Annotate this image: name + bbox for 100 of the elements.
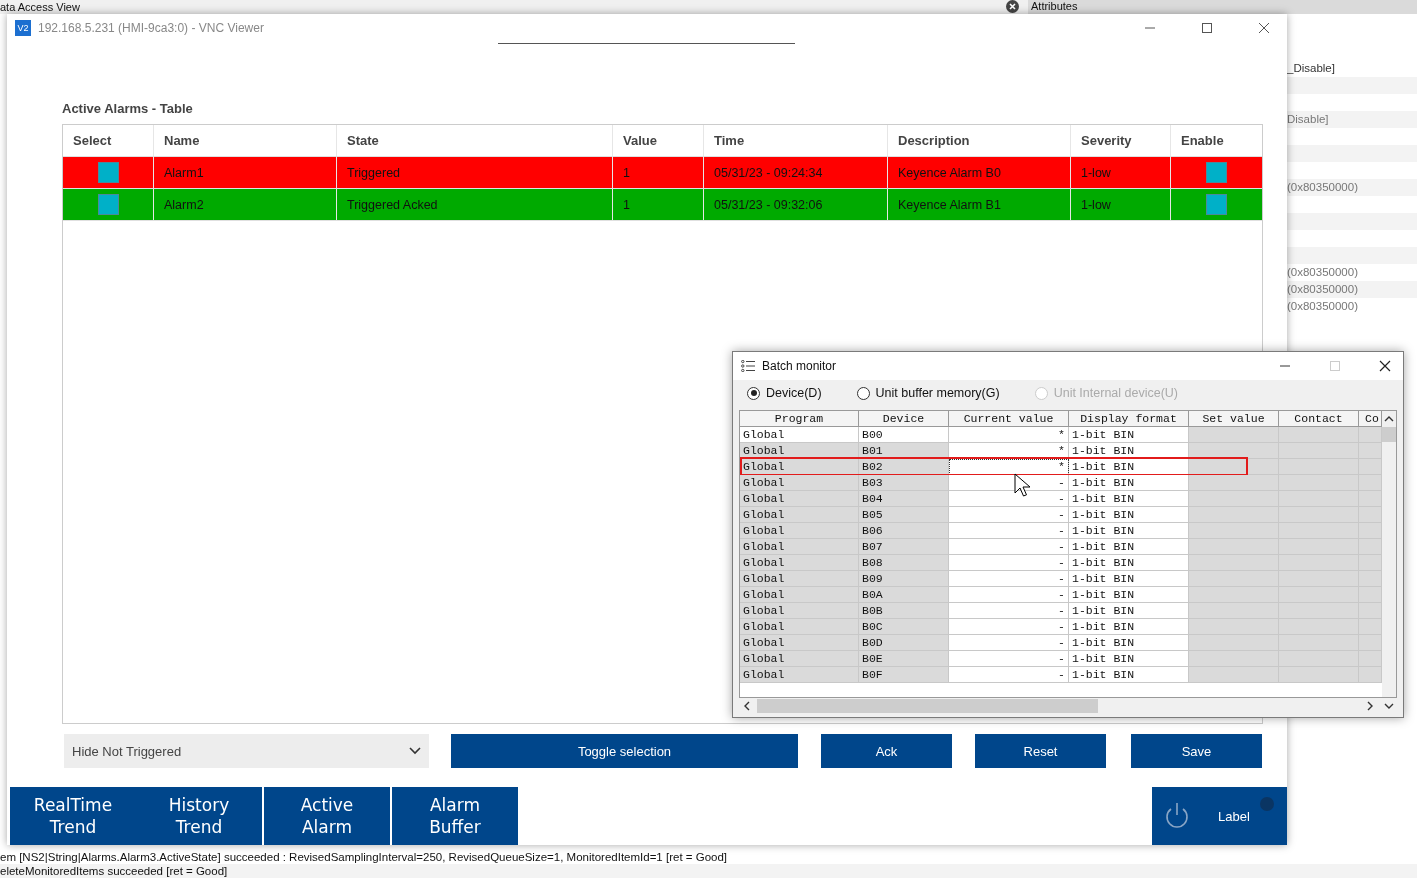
- table-cell: B06: [859, 523, 949, 539]
- table-cell: 1: [613, 157, 704, 188]
- property-text: Disable]: [1287, 113, 1329, 125]
- chevron-down-icon[interactable]: [1384, 702, 1394, 710]
- close-icon[interactable]: [1379, 360, 1391, 372]
- list-icon: [741, 360, 755, 372]
- column-header: Current value: [949, 411, 1069, 427]
- table-cell: Global: [740, 619, 859, 635]
- maximize-icon[interactable]: [1201, 21, 1213, 34]
- table-cell: -: [949, 651, 1069, 667]
- action-button[interactable]: Save: [1131, 734, 1262, 768]
- chevron-left-icon[interactable]: [743, 701, 751, 711]
- close-icon[interactable]: [1006, 0, 1019, 13]
- table-cell: [1359, 667, 1382, 683]
- nav-button[interactable]: Active Alarm: [264, 787, 390, 845]
- table-cell: B0B: [859, 603, 949, 619]
- table-cell: Global: [740, 571, 859, 587]
- table-cell: 1-bit BIN: [1069, 427, 1189, 443]
- table-cell: [1359, 587, 1382, 603]
- table-cell: Alarm2: [154, 189, 337, 220]
- table-cell: -: [949, 619, 1069, 635]
- table-cell: -: [949, 571, 1069, 587]
- chevron-right-icon[interactable]: [1366, 701, 1374, 711]
- table-cell: 1-bit BIN: [1069, 571, 1189, 587]
- radio-option[interactable]: Device(D): [747, 386, 822, 400]
- scroll-thumb[interactable]: [757, 699, 1098, 713]
- tab-title[interactable]: ata Access View: [0, 1, 80, 13]
- alarm-row[interactable]: Alarm1 Triggered 1 05/31/23 - 09:24:34 Keyence Alarm B0 1-low: [63, 157, 1262, 189]
- column-header: Severity: [1071, 125, 1171, 156]
- column-header: Device: [859, 411, 949, 427]
- table-cell: -: [949, 507, 1069, 523]
- table-cell: B0F: [859, 667, 949, 683]
- table-cell: Alarm1: [154, 157, 337, 188]
- table-cell: Global: [740, 491, 859, 507]
- table-cell: B0A: [859, 587, 949, 603]
- app-icon: V2: [15, 19, 31, 36]
- table-cell: [1359, 555, 1382, 571]
- select-checkbox[interactable]: [97, 162, 119, 183]
- table-cell: Global: [740, 555, 859, 571]
- scroll-thumb[interactable]: [1382, 427, 1396, 442]
- table-cell: [1359, 459, 1382, 475]
- table-cell: [1359, 539, 1382, 555]
- column-header: Program: [740, 411, 859, 427]
- select-checkbox[interactable]: [97, 194, 119, 215]
- table-cell: 1-bit BIN: [1069, 619, 1189, 635]
- chevron-up-icon[interactable]: [1384, 415, 1394, 423]
- table-cell: -: [949, 587, 1069, 603]
- enable-checkbox[interactable]: [1206, 194, 1227, 215]
- action-button[interactable]: Reset: [975, 734, 1106, 768]
- table-cell: [1359, 491, 1382, 507]
- property-text: _Disable]: [1287, 62, 1335, 74]
- alarm-row[interactable]: Alarm2 Triggered Acked 1 05/31/23 - 09:32:06 Keyence Alarm B1 1-low: [63, 189, 1262, 221]
- table-cell: 1-bit BIN: [1069, 635, 1189, 651]
- column-header: State: [337, 125, 613, 156]
- table-cell: [1359, 443, 1382, 459]
- filter-dropdown[interactable]: Hide Not Triggered: [64, 734, 429, 768]
- chevron-down-icon: [409, 747, 421, 755]
- column-header: Value: [613, 125, 704, 156]
- nav-button[interactable]: History Trend: [136, 787, 262, 845]
- table-cell: 1-bit BIN: [1069, 507, 1189, 523]
- table-cell: Global: [740, 651, 859, 667]
- table-cell: [1359, 523, 1382, 539]
- enable-checkbox[interactable]: [1206, 162, 1227, 183]
- column-header: Display format: [1069, 411, 1189, 427]
- table-cell: B0E: [859, 651, 949, 667]
- property-text: (0x80350000): [1287, 181, 1358, 193]
- table-cell: B0D: [859, 635, 949, 651]
- table-cell: [1359, 619, 1382, 635]
- close-icon[interactable]: [1258, 21, 1270, 34]
- table-cell: Keyence Alarm B1: [888, 189, 1071, 220]
- table-cell: 1-bit BIN: [1069, 667, 1189, 683]
- column-header: Select: [63, 125, 154, 156]
- table-cell: [1359, 427, 1382, 443]
- table-cell: B05: [859, 507, 949, 523]
- radio-option[interactable]: Unit buffer memory(G): [856, 386, 1000, 400]
- table-cell: [1359, 651, 1382, 667]
- action-button[interactable]: Toggle selection: [451, 734, 798, 768]
- table-cell: Keyence Alarm B0: [888, 157, 1071, 188]
- table-cell: B07: [859, 539, 949, 555]
- table-cell: Triggered Acked: [337, 189, 613, 220]
- panel-title[interactable]: Attributes: [1028, 0, 1417, 14]
- nav-button[interactable]: Alarm Buffer: [392, 787, 518, 845]
- table-cell: Global: [740, 523, 859, 539]
- table-cell: -: [949, 539, 1069, 555]
- table-cell: 1-bit BIN: [1069, 651, 1189, 667]
- nav-button[interactable]: RealTime Trend: [10, 787, 136, 845]
- power-button[interactable]: Label: [1152, 787, 1287, 845]
- table-cell: -: [949, 603, 1069, 619]
- column-header: Description: [888, 125, 1071, 156]
- property-text: (0x80350000): [1287, 283, 1358, 295]
- table-cell: [1359, 603, 1382, 619]
- table-cell: Global: [740, 635, 859, 651]
- table-cell: B08: [859, 555, 949, 571]
- cursor-icon: [1014, 473, 1032, 499]
- table-cell: 1-bit BIN: [1069, 523, 1189, 539]
- property-text: (0x80350000): [1287, 266, 1358, 278]
- section-title: Active Alarms - Table: [62, 101, 194, 117]
- table-cell: Global: [740, 475, 859, 491]
- action-button[interactable]: Ack: [821, 734, 952, 768]
- column-header: Co: [1359, 411, 1382, 427]
